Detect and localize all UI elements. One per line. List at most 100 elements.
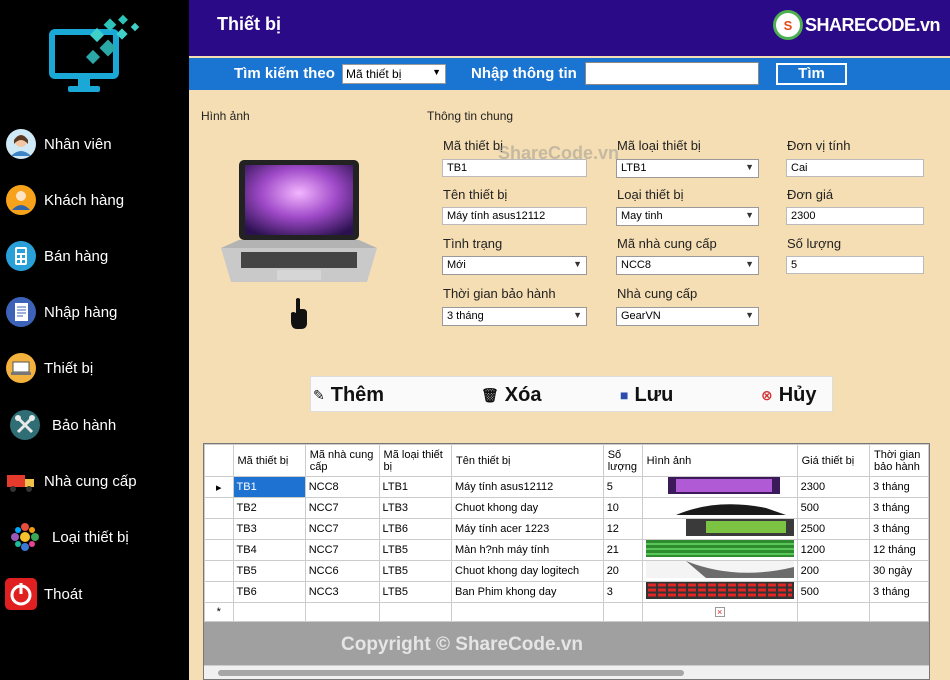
unit-field[interactable]: Cai — [786, 159, 924, 177]
table-cell[interactable]: NCC8 — [304, 476, 380, 498]
scrollbar-thumb[interactable] — [218, 670, 684, 676]
supplier-id-select[interactable]: NCC8 ▼ — [616, 256, 759, 275]
table-cell[interactable]: Màn h?nh máy tính — [451, 539, 604, 561]
save-button[interactable]: ■ Lưu — [620, 382, 673, 408]
image-cell[interactable] — [641, 476, 798, 498]
table-cell[interactable]: 12 — [602, 518, 643, 540]
supplier-select[interactable]: GearVN ▼ — [616, 307, 759, 326]
column-header[interactable]: Tên thiết bị — [451, 444, 604, 477]
table-row[interactable]: ▸ TB1 NCC8 LTB1 Máy tính asus12112 5 230… — [204, 476, 929, 498]
table-row[interactable]: TB3 NCC7 LTB6 Máy tính acer 1223 12 2500… — [204, 518, 929, 540]
table-cell[interactable] — [378, 602, 453, 622]
table-cell[interactable]: NCC7 — [304, 539, 380, 561]
column-header[interactable]: Mã nhà cung cấp — [304, 444, 380, 477]
image-cell[interactable] — [641, 560, 798, 582]
sidebar-item-thiet-bi[interactable]: Thiết bị — [0, 346, 189, 390]
table-cell[interactable]: Chuot khong day logitech — [451, 560, 604, 582]
column-header[interactable]: Thời gian bảo hành — [868, 444, 929, 477]
add-button[interactable]: ✎ Thêm — [313, 382, 384, 408]
sidebar-item-nhap-hang[interactable]: Nhập hàng — [0, 290, 189, 334]
table-cell[interactable]: LTB1 — [378, 476, 453, 498]
table-cell[interactable]: 3 tháng — [868, 476, 929, 498]
table-cell[interactable]: LTB3 — [378, 497, 453, 519]
table-cell[interactable]: Chuot khong day — [451, 497, 604, 519]
sidebar-item-khach-hang[interactable]: Khách hàng — [0, 178, 189, 222]
table-cell[interactable]: TB1 — [232, 476, 306, 498]
device-type-select[interactable]: May tinh ▼ — [616, 207, 759, 226]
table-cell[interactable] — [451, 602, 604, 622]
table-cell[interactable]: 2300 — [796, 476, 870, 498]
table-cell[interactable] — [602, 602, 643, 622]
table-cell[interactable]: NCC3 — [304, 581, 380, 603]
horizontal-scrollbar[interactable] — [204, 665, 929, 679]
device-photo[interactable] — [217, 158, 381, 284]
table-cell[interactable]: 30 ngày — [868, 560, 929, 582]
image-cell[interactable] — [641, 497, 798, 519]
column-header[interactable]: Số lượng — [602, 444, 643, 477]
search-field-select[interactable]: Mã thiết bị ▼ — [342, 64, 446, 84]
sidebar-item-thoat[interactable]: Thoát — [0, 572, 189, 616]
delete-button[interactable]: 🗑 Xóa — [481, 382, 541, 408]
table-cell[interactable]: 10 — [602, 497, 643, 519]
table-cell[interactable]: Máy tính acer 1223 — [451, 518, 604, 540]
table-cell[interactable]: LTB5 — [378, 539, 453, 561]
table-cell[interactable]: NCC7 — [304, 497, 380, 519]
search-button[interactable]: Tìm — [776, 63, 847, 85]
column-header[interactable]: Mã loại thiết bị — [378, 444, 453, 477]
table-cell[interactable] — [796, 602, 870, 622]
table-row[interactable]: TB2 NCC7 LTB3 Chuot khong day 10 500 3 t… — [204, 497, 929, 519]
sidebar-item-nha-cung-cap[interactable]: Nhà cung cấp — [0, 459, 189, 503]
table-cell[interactable] — [232, 602, 306, 622]
table-cell[interactable]: NCC7 — [304, 518, 380, 540]
table-cell[interactable]: 3 tháng — [868, 518, 929, 540]
table-cell[interactable]: TB5 — [232, 560, 306, 582]
table-cell[interactable]: 3 — [602, 581, 643, 603]
unit-price-field[interactable]: 2300 — [786, 207, 924, 225]
table-cell[interactable]: 1200 — [796, 539, 870, 561]
table-cell[interactable]: LTB5 — [378, 560, 453, 582]
table-cell[interactable]: TB3 — [232, 518, 306, 540]
table-cell[interactable]: TB2 — [232, 497, 306, 519]
image-cell[interactable] — [641, 539, 798, 561]
table-cell[interactable]: NCC6 — [304, 560, 380, 582]
search-input[interactable] — [585, 62, 759, 85]
quantity-field[interactable]: 5 — [786, 256, 924, 274]
table-cell[interactable]: 12 tháng — [868, 539, 929, 561]
table-cell[interactable]: LTB5 — [378, 581, 453, 603]
table-cell[interactable]: Máy tính asus12112 — [451, 476, 604, 498]
warranty-select[interactable]: 3 tháng ▼ — [442, 307, 587, 326]
column-header[interactable]: Hình ảnh — [641, 444, 798, 477]
image-cell[interactable] — [641, 518, 798, 540]
image-cell[interactable]: × — [641, 602, 798, 622]
sidebar-item-ban-hang[interactable]: Bán hàng — [0, 234, 189, 278]
table-cell[interactable]: 200 — [796, 560, 870, 582]
cancel-button[interactable]: ⊗ Hủy — [761, 382, 817, 408]
table-row[interactable]: TB6 NCC3 LTB5 Ban Phim khong day 3 500 3… — [204, 581, 929, 603]
table-cell[interactable]: LTB6 — [378, 518, 453, 540]
table-cell[interactable]: TB6 — [232, 581, 306, 603]
table-cell[interactable]: 20 — [602, 560, 643, 582]
table-cell[interactable]: 21 — [602, 539, 643, 561]
sidebar-item-nhan-vien[interactable]: Nhân viên — [0, 122, 189, 166]
new-row[interactable]: * × — [204, 602, 929, 622]
table-cell[interactable]: 500 — [796, 497, 870, 519]
image-cell[interactable] — [641, 581, 798, 603]
column-header[interactable]: Giá thiết bị — [796, 444, 870, 477]
table-cell[interactable]: 3 tháng — [868, 581, 929, 603]
table-cell[interactable]: 3 tháng — [868, 497, 929, 519]
table-cell[interactable]: Ban Phim khong day — [451, 581, 604, 603]
table-cell[interactable] — [868, 602, 929, 622]
device-type-id-select[interactable]: LTB1 ▼ — [616, 159, 759, 178]
table-cell[interactable]: TB4 — [232, 539, 306, 561]
table-row[interactable]: TB5 NCC6 LTB5 Chuot khong day logitech 2… — [204, 560, 929, 582]
table-cell[interactable] — [304, 602, 380, 622]
condition-select[interactable]: Mới ▼ — [442, 256, 587, 275]
sidebar-item-loai-thiet-bi[interactable]: Loại thiết bị — [0, 515, 189, 559]
table-row[interactable]: TB4 NCC7 LTB5 Màn h?nh máy tính 21 1200 … — [204, 539, 929, 561]
column-header[interactable]: Mã thiết bị — [232, 444, 306, 477]
device-name-field[interactable]: Máy tính asus12112 — [442, 207, 587, 225]
table-cell[interactable]: 5 — [602, 476, 643, 498]
table-cell[interactable]: 2500 — [796, 518, 870, 540]
sidebar-item-bao-hanh[interactable]: Bảo hành — [0, 403, 189, 447]
table-cell[interactable]: 500 — [796, 581, 870, 603]
